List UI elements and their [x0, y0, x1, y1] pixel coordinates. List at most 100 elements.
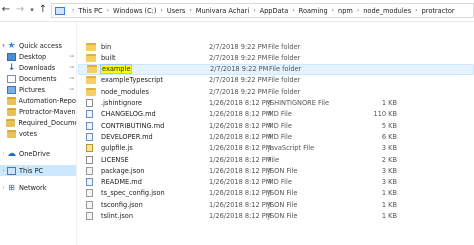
file-size: 1 KB	[381, 189, 397, 198]
file-row[interactable]: bin 2/7/2018 9:22 PM File folder	[78, 41, 474, 52]
file-icon	[86, 166, 93, 175]
nav-item-required-documents[interactable]: Required_Documen	[0, 117, 77, 128]
folder-icon	[86, 87, 96, 96]
file-size: 1 KB	[381, 200, 397, 209]
file-row[interactable]: ts_spec_config.json 1/26/2018 8:12 PM JSON…	[78, 188, 474, 199]
nav-item-onedrive[interactable]: › ☁ OneDrive	[0, 148, 76, 159]
nav-item-downloads[interactable]: ↓ Downloads ⊸	[0, 62, 76, 73]
nav-item-this-pc[interactable]: › This PC	[0, 165, 76, 176]
cloud-icon: ☁	[7, 148, 16, 159]
file-icon	[86, 144, 93, 153]
file-type: JSHINTIGNORE File	[268, 99, 330, 107]
file-size: 5 KB	[381, 121, 397, 130]
chevron-right-icon: ›	[331, 7, 335, 14]
file-row[interactable]: README.md 1/26/2018 8:12 PM MD File 3 KB	[78, 177, 474, 188]
breadcrumb-npm[interactable]: npm	[338, 7, 353, 15]
address-bar[interactable]: › This PC › Windows (C:) › Users › Muniv…	[51, 3, 474, 18]
file-size: 3 KB	[381, 166, 397, 175]
breadcrumb-windows-c[interactable]: Windows (C:)	[113, 7, 157, 15]
file-date-modified: 2/7/2018 9:22 PM	[209, 87, 268, 96]
file-row[interactable]: CONTRIBUTING.md 1/26/2018 8:12 PM MD File 5…	[78, 120, 474, 131]
file-name: example	[99, 64, 133, 75]
file-name: tslint.json	[101, 212, 134, 220]
nav-item-label: Automation-Report	[18, 96, 77, 105]
nav-item-label: This PC	[19, 166, 44, 175]
file-type: MD File	[268, 121, 292, 130]
breadcrumb-this-pc[interactable]: This PC	[78, 7, 102, 15]
file-row[interactable]: gulpfile.js 1/26/2018 8:12 PM JavaScript F…	[78, 143, 474, 154]
forward-arrow-icon[interactable]: →	[14, 4, 26, 16]
breadcrumb-protractor[interactable]: protractor	[422, 7, 455, 15]
nav-item-label: OneDrive	[19, 149, 51, 158]
file-type: MD File	[268, 132, 292, 141]
file-row[interactable]: .jshintignore 1/26/2018 8:12 PM JSHINTIGNO…	[78, 98, 474, 109]
breadcrumb-user[interactable]: Munivara Achari	[196, 7, 249, 15]
file-row[interactable]: exampleTypescript 2/7/2018 9:22 PM File fo…	[78, 75, 474, 86]
file-name: bin	[101, 42, 112, 51]
file-date-modified: 1/26/2018 8:12 PM	[209, 99, 272, 107]
breadcrumb-appdata[interactable]: AppData	[260, 7, 289, 15]
chevron-right-icon[interactable]: ›	[0, 151, 7, 157]
nav-item-quick-access[interactable]: ▾ ★ Quick access	[0, 40, 76, 51]
file-type: File folder	[268, 87, 301, 96]
file-icon	[86, 132, 93, 141]
file-date-modified: 1/26/2018 8:12 PM	[209, 200, 272, 209]
chevron-right-icon: ›	[189, 7, 192, 14]
file-row[interactable]: package.json 1/26/2018 8:12 PM JSON File 3 …	[78, 165, 474, 176]
file-row[interactable]: LICENSE 1/26/2018 8:12 PM File 2 KB	[78, 154, 474, 165]
star-icon: ★	[7, 40, 16, 51]
file-type: MD File	[268, 178, 292, 187]
file-row[interactable]: tsconfig.json 1/26/2018 8:12 PM JSON File 1…	[78, 199, 474, 210]
nav-item-pictures[interactable]: Pictures ⊸	[0, 84, 76, 95]
nav-item-label: Protractor-Maven	[19, 107, 76, 116]
download-icon: ↓	[7, 62, 16, 73]
nav-item-network[interactable]: › ⊞ Network	[0, 182, 76, 193]
file-icon	[86, 121, 93, 130]
nav-item-label: Required_Documen	[18, 118, 77, 127]
nav-item-votes[interactable]: votes	[0, 128, 76, 139]
file-icon	[86, 189, 93, 198]
nav-item-protractor-maven[interactable]: Protractor-Maven	[0, 106, 76, 117]
chevron-right-icon: ›	[106, 7, 109, 14]
file-row[interactable]: tslint.json 1/26/2018 8:12 PM JSON File 1 K…	[78, 211, 474, 222]
file-name: tsconfig.json	[101, 200, 143, 209]
file-name: built	[101, 53, 116, 62]
file-date-modified: 1/26/2018 8:12 PM	[209, 155, 272, 164]
chevron-right-icon[interactable]: ›	[0, 168, 7, 174]
computer-icon	[55, 6, 65, 15]
file-date-modified: 2/7/2018 9:22 PM	[210, 65, 269, 74]
file-name: DEVELOPER.md	[101, 132, 153, 141]
chevron-down-icon[interactable]: ▾	[0, 43, 7, 49]
file-type: JSON File	[268, 212, 298, 220]
file-date-modified: 2/7/2018 9:22 PM	[209, 76, 268, 85]
file-row[interactable]: example 2/7/2018 9:22 PM File folder	[78, 63, 474, 75]
nav-item-automation-report[interactable]: Automation-Report	[0, 95, 77, 106]
nav-item-documents[interactable]: Documents ⊸	[0, 73, 76, 84]
file-date-modified: 1/26/2018 8:12 PM	[209, 110, 272, 119]
up-arrow-icon[interactable]: ↑	[37, 4, 49, 16]
file-name: node_modules	[101, 87, 149, 96]
file-icon	[86, 110, 93, 119]
chevron-right-icon: ›	[253, 7, 256, 14]
chevron-right-icon[interactable]: ›	[0, 185, 7, 191]
file-list: bin 2/7/2018 9:22 PM File folder built 2/7/2…	[78, 22, 474, 245]
breadcrumb-roaming[interactable]: Roaming	[299, 7, 328, 15]
file-date-modified: 1/26/2018 8:12 PM	[209, 121, 272, 130]
breadcrumb-node-modules[interactable]: node_modules	[363, 7, 411, 15]
file-row[interactable]: node_modules 2/7/2018 9:22 PM File folder	[78, 86, 474, 97]
file-row[interactable]: DEVELOPER.md 1/26/2018 8:12 PM MD File 6 KB	[78, 131, 474, 142]
file-row[interactable]: CHANGELOG.md 1/26/2018 8:12 PM MD File 110 …	[78, 109, 474, 120]
file-name: package.json	[101, 166, 145, 175]
file-name: .jshintignore	[101, 99, 142, 107]
file-name: ts_spec_config.json	[101, 189, 165, 198]
nav-item-desktop[interactable]: Desktop ⊸	[0, 51, 76, 62]
nav-item-label: votes	[19, 129, 38, 138]
back-arrow-icon[interactable]: ←	[0, 4, 12, 16]
folder-icon	[6, 118, 16, 127]
file-icon	[86, 155, 93, 164]
breadcrumb-users[interactable]: Users	[167, 7, 185, 15]
file-size: 6 KB	[381, 132, 397, 141]
file-date-modified: 1/26/2018 8:12 PM	[209, 132, 272, 141]
folder-icon	[87, 65, 97, 74]
file-row[interactable]: built 2/7/2018 9:22 PM File folder	[78, 52, 474, 63]
